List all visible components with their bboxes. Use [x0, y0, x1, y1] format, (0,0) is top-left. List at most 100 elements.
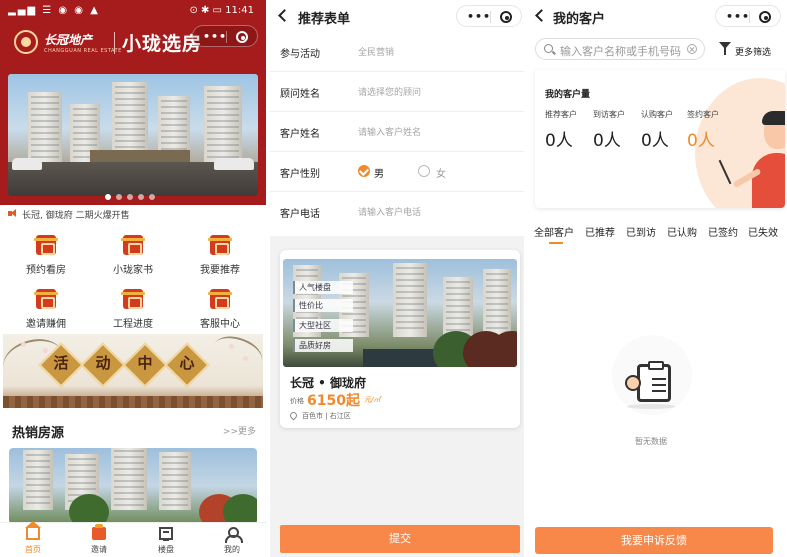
search-placeholder: 输入客户名称或手机号码	[560, 45, 681, 58]
tab-expired[interactable]: 已失效	[748, 224, 778, 239]
blossom	[243, 356, 248, 361]
consultant-select[interactable]: 请选择您的顾问	[358, 85, 421, 98]
radio-label-female[interactable]: 女	[436, 165, 446, 180]
building-icon	[159, 527, 173, 541]
form-row-gender: 客户性别 男 女	[270, 152, 524, 192]
invite-icon	[92, 524, 106, 540]
carousel-dot[interactable]	[105, 194, 111, 200]
filter-icon[interactable]	[719, 42, 731, 55]
tab-invite[interactable]: 邀请	[66, 523, 132, 557]
clear-icon[interactable]	[687, 44, 697, 54]
hot-listings-title: 热销房源	[12, 426, 65, 441]
price-unit: 元/㎡	[364, 396, 381, 404]
back-icon[interactable]	[535, 9, 548, 22]
miniprogram-capsule[interactable]: •••	[456, 5, 522, 27]
grid-item-service-center[interactable]: 客服中心	[176, 289, 264, 337]
recommend-icon	[208, 235, 232, 255]
close-target-icon[interactable]	[236, 31, 248, 43]
stat-value: 0人	[545, 131, 573, 151]
tab-home[interactable]: 首页	[0, 521, 66, 557]
carousel-dot[interactable]	[127, 194, 133, 200]
tab-label: 楼盘	[158, 545, 174, 554]
tab-all-customers[interactable]: 全部客户	[534, 224, 574, 239]
progress-icon	[121, 289, 145, 309]
carousel-dot[interactable]	[138, 194, 144, 200]
tab-properties[interactable]: 楼盘	[133, 523, 199, 557]
speaker-icon	[8, 209, 18, 218]
appeal-feedback-button[interactable]: 我要申诉反馈	[535, 527, 773, 554]
listing-building	[111, 448, 147, 510]
nav-bar: 推荐表单 •••	[270, 0, 524, 32]
form-row-consultant[interactable]: 顾问姓名 请选择您的顾问	[270, 72, 524, 112]
radio-label-male[interactable]: 男	[374, 165, 384, 180]
customer-phone-input[interactable]: 请输入客户电话	[358, 205, 421, 218]
grid-label: 小珑家书	[113, 265, 153, 276]
banner-carousel[interactable]	[8, 74, 258, 196]
property-name: 长冠 • 御珑府	[290, 376, 367, 390]
more-filter-button[interactable]: 更多筛选	[735, 45, 771, 58]
tab-mine[interactable]: 我的	[199, 523, 265, 557]
grid-item-book-viewing[interactable]: 预约看房	[2, 235, 90, 283]
nav-bar: 我的客户 •••	[527, 0, 787, 32]
hot-listing-image[interactable]	[9, 448, 257, 524]
customer-status-tabs: 全部客户 已推荐 已到访 已认购 已签约 已失效	[527, 224, 787, 248]
form-row-customer-name[interactable]: 客户姓名 请输入客户姓名	[270, 112, 524, 152]
price-label: 价格	[290, 397, 304, 405]
more-link[interactable]: >>更多	[223, 424, 256, 437]
brand-divider	[114, 32, 115, 54]
tab-recommended[interactable]: 已推荐	[585, 224, 615, 239]
close-target-icon[interactable]	[759, 11, 771, 23]
logo-icon	[14, 30, 38, 54]
grid-item-invite-commission[interactable]: 邀请赚佣	[2, 289, 90, 337]
calendar-icon	[34, 235, 58, 255]
form-label: 客户姓名	[280, 129, 320, 140]
tab-label: 我的	[224, 545, 240, 554]
property-location: 百色市 | 右江区	[302, 412, 351, 420]
user-icon	[225, 527, 243, 543]
search-input[interactable]: 输入客户名称或手机号码	[535, 38, 705, 60]
carousel-dot[interactable]	[116, 194, 122, 200]
notice-text: 长冠, 御珑府 二期火爆开售	[22, 211, 130, 221]
activity-char: 中	[137, 354, 153, 372]
form-row-phone[interactable]: 客户电话 请输入客户电话	[270, 192, 524, 232]
tab-signed[interactable]: 已签约	[708, 224, 738, 239]
radio-female[interactable]	[418, 165, 430, 177]
property-tag: 大型社区	[293, 319, 353, 332]
more-icon[interactable]: •••	[203, 30, 227, 43]
property-price: 6150起	[307, 393, 360, 409]
status-icons-right: ⊙ ✱ ▭ 11:41	[189, 5, 254, 16]
my-customers-screen: 我的客户 ••• 输入客户名称或手机号码 更多筛选 我的客户量 推荐客户 0人 …	[527, 0, 787, 557]
grid-item-progress[interactable]: 工程进度	[89, 289, 177, 337]
banner-building	[28, 92, 62, 162]
illustration-person	[718, 111, 785, 208]
more-icon[interactable]: •••	[726, 10, 750, 23]
page-title: 我的客户	[553, 12, 606, 27]
more-icon[interactable]: •••	[467, 10, 491, 23]
grid-item-family-letter[interactable]: 小珑家书	[89, 235, 177, 283]
customer-name-input[interactable]: 请输入客户姓名	[358, 125, 421, 138]
radio-male[interactable]	[358, 165, 370, 177]
grid-item-recommend[interactable]: 我要推荐	[176, 235, 264, 283]
activity-char: 动	[95, 354, 111, 372]
tab-visited[interactable]: 已到访	[626, 224, 656, 239]
active-tab-indicator	[549, 242, 563, 244]
tab-subscribed[interactable]: 已认购	[667, 224, 697, 239]
banner-car	[214, 158, 254, 170]
recommend-form: 参与活动 全民营销 顾问姓名 请选择您的顾问 客户姓名 请输入客户姓名 客户性别…	[270, 32, 524, 236]
miniprogram-capsule[interactable]: •••	[192, 25, 258, 47]
blossom	[21, 342, 26, 347]
grid-label: 预约看房	[26, 265, 66, 276]
activity-center-banner[interactable]: 活 动 中 心	[3, 334, 263, 408]
property-card[interactable]: 人气楼盘 性价比 大型社区 品质好房 长冠 • 御珑府 价格 6150起 元/㎡…	[280, 250, 520, 428]
property-tag: 品质好房	[293, 339, 353, 352]
miniprogram-capsule[interactable]: •••	[715, 5, 781, 27]
carousel-dot[interactable]	[149, 194, 155, 200]
form-row-activity[interactable]: 参与活动 全民营销	[270, 32, 524, 72]
back-icon[interactable]	[278, 9, 291, 22]
banner-building	[204, 86, 242, 162]
submit-button[interactable]: 提交	[280, 525, 520, 553]
status-icons-left: ▂▄▆ ☰ ◉ ◉ ▲	[8, 5, 100, 16]
banner-car	[12, 158, 42, 170]
grid-label: 我要推荐	[200, 265, 240, 276]
close-target-icon[interactable]	[500, 11, 512, 23]
